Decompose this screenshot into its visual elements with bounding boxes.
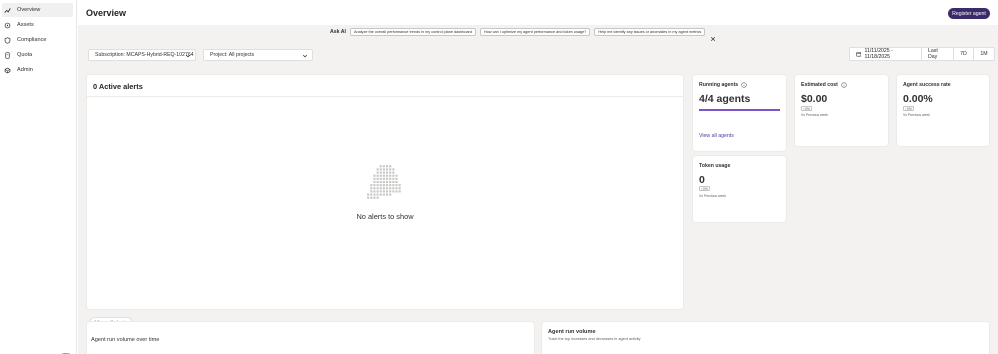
comparison-label: Vs Previous week	[903, 113, 930, 117]
alerts-panel: 0 Active alerts No alerts to show	[86, 74, 684, 310]
estimated-cost-card: Estimated cost $0.00 ↑ 0% Vs Previous we…	[794, 74, 889, 147]
empty-state-illustration	[367, 165, 401, 199]
sidebar-item-quota[interactable]: Quota	[2, 48, 73, 62]
date-range-picker: 11/11/2025 - 11/18/2025 Last Day 7D 1M	[849, 47, 995, 61]
sidebar-item-label: Assets	[17, 22, 34, 28]
admin-icon	[4, 67, 11, 74]
page-header: Overview Register agent	[78, 0, 998, 25]
empty-state-text: No alerts to show	[356, 212, 414, 221]
success-rate-label: Agent success rate	[903, 82, 951, 88]
trend-badge: ↑ 0%	[801, 106, 812, 111]
divider	[87, 96, 683, 97]
assets-icon	[4, 22, 11, 29]
main-content: Ask AI Analyze the overall performance t…	[78, 25, 998, 354]
sidebar-item-admin[interactable]: Admin	[2, 63, 73, 77]
ask-ai-label: Ask AI	[330, 28, 346, 35]
range-last-day[interactable]: Last Day	[922, 48, 954, 60]
success-rate-value: 0.00%	[903, 93, 933, 105]
project-dropdown[interactable]: Project: All projects	[203, 49, 313, 61]
subscription-dropdown[interactable]: Subscription: MCAPS-Hybrid-REQ-102764	[88, 49, 196, 61]
sidebar-item-label: Overview	[17, 7, 41, 13]
card-label: Estimated cost	[801, 82, 847, 88]
token-usage-value: 0	[699, 174, 705, 186]
register-agent-button[interactable]: Register agent	[948, 8, 990, 19]
chevron-down-icon	[185, 54, 191, 58]
trend-chart-icon	[4, 7, 11, 14]
trend-badge: ↑ 0%	[699, 186, 710, 191]
estimated-cost-label: Estimated cost	[801, 82, 838, 88]
running-agents-card: Running agents 4/4 agents View all agent…	[692, 74, 787, 152]
sidebar-item-label: Quota	[17, 52, 33, 58]
chevron-down-icon	[302, 54, 308, 58]
running-agents-progress	[699, 109, 780, 111]
token-usage-label: Token usage	[699, 163, 731, 169]
quota-icon	[4, 51, 11, 59]
running-agents-value: 4/4 agents	[699, 93, 751, 105]
card-label: Token usage	[699, 163, 730, 169]
ask-ai-suggestion[interactable]: Help me identify any issues or anomalies…	[594, 27, 706, 36]
sidebar-item-label: Compliance	[17, 37, 47, 43]
app-root: Overview Assets Compliance Quota Admin O…	[0, 0, 998, 354]
progress-fill	[699, 109, 780, 111]
calendar-icon	[856, 52, 862, 57]
alerts-title: 0 Active alerts	[93, 82, 143, 91]
ask-ai-suggestion[interactable]: Analyze the overall performance trends i…	[349, 27, 476, 36]
subscription-value: Subscription: MCAPS-Hybrid-REQ-102764	[95, 52, 194, 58]
success-rate-card: Agent success rate 0.00% ↑ 0% Vs Previou…	[896, 74, 990, 147]
info-icon[interactable]	[741, 82, 747, 88]
sidebar: Overview Assets Compliance Quota Admin	[0, 0, 77, 354]
close-icon[interactable]	[710, 29, 716, 41]
collapse-sidebar-icon[interactable]	[62, 346, 70, 354]
ask-ai-bar: Ask AI Analyze the overall performance t…	[330, 27, 716, 41]
sidebar-item-assets[interactable]: Assets	[2, 18, 73, 32]
trend-value: 0%	[702, 186, 708, 191]
comparison-label: Vs Previous week	[699, 194, 726, 198]
card-label: Running agents	[699, 82, 747, 88]
project-value: Project: All projects	[210, 52, 255, 58]
filter-bar: Subscription: MCAPS-Hybrid-REQ-102764 Pr…	[86, 47, 995, 65]
date-range-value: 11/11/2025 - 11/18/2025	[864, 48, 893, 60]
range-1m[interactable]: 1M	[974, 48, 994, 60]
date-range-input[interactable]: 11/11/2025 - 11/18/2025	[850, 48, 922, 60]
sidebar-item-label: Admin	[17, 67, 33, 73]
sidebar-item-compliance[interactable]: Compliance	[2, 33, 73, 47]
token-usage-card: Token usage 0 ↑ 0% Vs Previous week	[692, 155, 787, 223]
trend-value: 0%	[906, 106, 912, 111]
estimated-cost-value: $0.00	[801, 93, 828, 105]
run-volume-panel: Agent run volume Track the top increases…	[541, 321, 990, 354]
running-agents-label: Running agents	[699, 82, 739, 88]
panel-subtitle: Track the top increases and decreases in…	[548, 337, 641, 341]
panel-title: Agent run volume over time	[91, 337, 160, 343]
page-title: Overview	[86, 8, 127, 18]
shield-icon	[4, 36, 11, 44]
panel-title: Agent run volume	[548, 329, 596, 335]
trend-value: 0%	[804, 106, 810, 111]
info-icon[interactable]	[841, 82, 847, 88]
trend-badge: ↑ 0%	[903, 106, 914, 111]
card-label: Agent success rate	[903, 82, 951, 88]
view-all-agents-link[interactable]: View all agents	[699, 133, 734, 139]
range-7d[interactable]: 7D	[954, 48, 974, 60]
run-volume-over-time-panel: Agent run volume over time	[86, 321, 535, 354]
sidebar-item-overview[interactable]: Overview	[2, 3, 73, 17]
ask-ai-suggestion[interactable]: How can I optimize my agent performance …	[479, 27, 591, 36]
comparison-label: Vs Previous week	[801, 113, 828, 117]
